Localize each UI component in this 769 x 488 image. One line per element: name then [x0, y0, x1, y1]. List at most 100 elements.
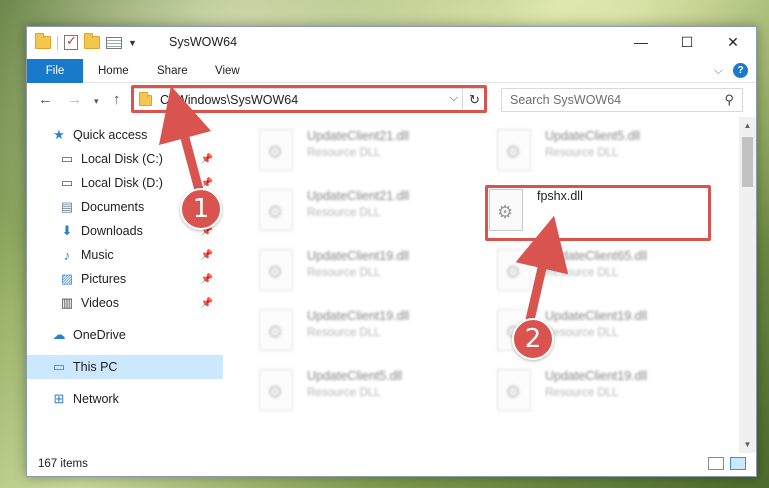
file-name: UpdateClient19.dll: [307, 249, 410, 263]
details-view-icon[interactable]: [708, 457, 724, 470]
maximize-button[interactable]: ☐: [664, 27, 710, 57]
address-folder-icon: [139, 92, 152, 106]
file-name: UpdateClient65.dll: [545, 249, 648, 263]
dll-file-icon: [497, 129, 531, 171]
back-arrow-icon[interactable]: ←: [38, 91, 53, 108]
address-bar[interactable]: C:\Windows\SysWOW64 ⌵ ↻: [131, 88, 487, 112]
minimize-button[interactable]: —: [618, 27, 664, 57]
file-item[interactable]: UpdateClient21.dll Resource DLL: [259, 185, 487, 235]
folder-icon[interactable]: [35, 33, 51, 49]
tab-view[interactable]: View: [215, 59, 240, 83]
refresh-icon[interactable]: ↻: [462, 89, 486, 111]
sidebar-item-music[interactable]: ♪ Music 📌: [27, 243, 223, 267]
file-type: Resource DLL: [545, 327, 619, 339]
file-name: UpdateClient21.dll: [307, 129, 410, 143]
file-name: UpdateClient19.dll: [307, 309, 410, 323]
search-box[interactable]: Search SysWOW64 ⚲: [501, 88, 743, 112]
address-dropdown-icon[interactable]: ⌵: [450, 92, 458, 105]
file-type: Resource DLL: [545, 147, 619, 159]
file-name: UpdateClient19.dll: [545, 309, 648, 323]
dll-file-icon: [259, 189, 293, 231]
properties-icon[interactable]: [106, 36, 122, 49]
file-item[interactable]: UpdateClient19.dll Resource DLL: [259, 305, 487, 355]
file-item[interactable]: UpdateClient19.dll Resource DLL: [497, 365, 725, 415]
new-folder-icon[interactable]: [84, 33, 100, 49]
sidebar-item-label: Music: [81, 248, 114, 262]
navigation-pane: ★ Quick access ▭ Local Disk (C:) 📌 ▭ Loc…: [27, 123, 223, 443]
drive-icon: ▭: [60, 175, 74, 190]
videos-icon: ▥: [60, 295, 74, 310]
sidebar-item-label: Downloads: [81, 224, 143, 238]
file-type: Resource DLL: [307, 267, 381, 279]
large-icons-view-icon[interactable]: [730, 457, 746, 470]
pin-icon[interactable]: 📌: [201, 274, 213, 285]
file-item[interactable]: UpdateClient65.dll Resource DLL: [497, 245, 725, 295]
status-bar: 167 items: [27, 452, 756, 476]
customize-toolbar-dropdown[interactable]: ▼: [128, 38, 137, 48]
network-icon: ⊞: [53, 391, 65, 406]
sidebar-item-label: Documents: [81, 200, 145, 214]
up-arrow-icon[interactable]: ↑: [113, 91, 121, 108]
scroll-up-icon[interactable]: ▲: [739, 117, 756, 134]
pin-icon[interactable]: 📌: [201, 154, 213, 165]
file-item[interactable]: UpdateClient19.dll Resource DLL: [259, 245, 487, 295]
vertical-scrollbar[interactable]: ▲ ▼: [739, 117, 756, 453]
scroll-down-icon[interactable]: ▼: [739, 436, 756, 453]
sidebar-item-label: Local Disk (D:): [81, 176, 163, 190]
close-button[interactable]: ✕: [710, 27, 756, 57]
expand-ribbon-chevron-icon[interactable]: ⌵: [714, 63, 723, 78]
help-icon[interactable]: ?: [733, 63, 748, 78]
search-input[interactable]: Search SysWOW64: [510, 93, 621, 107]
documents-icon: ▤: [60, 199, 74, 214]
tab-file[interactable]: File: [27, 59, 83, 83]
file-highlight-box: [485, 185, 711, 241]
cloud-icon: ☁: [52, 327, 66, 342]
scrollbar-thumb[interactable]: [742, 137, 753, 187]
file-item[interactable]: UpdateClient21.dll Resource DLL: [259, 125, 487, 175]
sidebar-item-label: Pictures: [81, 272, 127, 286]
ribbon-tabs: File Home Share View ⌵ ?: [27, 59, 756, 83]
pictures-icon: ▨: [60, 271, 74, 286]
sidebar-item-label: OneDrive: [73, 328, 126, 342]
file-type: Resource DLL: [307, 207, 381, 219]
tab-home[interactable]: Home: [98, 59, 129, 83]
sidebar-item-videos[interactable]: ▥ Videos 📌: [27, 291, 223, 315]
ribbon-right: ⌵ ?: [714, 63, 748, 78]
file-list: UpdateClient21.dll Resource DLL UpdateCl…: [237, 117, 737, 447]
forward-arrow-icon[interactable]: →: [67, 91, 82, 108]
sidebar-item-quick-access[interactable]: ★ Quick access: [27, 123, 223, 147]
file-type: Resource DLL: [545, 267, 619, 279]
sidebar-item-onedrive[interactable]: ☁ OneDrive: [27, 323, 223, 347]
tab-share[interactable]: Share: [157, 59, 188, 83]
toolbar-divider: [57, 35, 58, 50]
file-name: UpdateClient5.dll: [307, 369, 403, 383]
file-name: UpdateClient21.dll: [307, 189, 410, 203]
properties-check-icon[interactable]: [64, 33, 78, 50]
file-type: Resource DLL: [545, 387, 619, 399]
view-buttons: [708, 457, 746, 470]
sidebar-item-local-disk-c[interactable]: ▭ Local Disk (C:) 📌: [27, 147, 223, 171]
sidebar-item-label: Videos: [81, 296, 119, 310]
title-bar: ▼ SysWOW64 — ☐ ✕: [27, 27, 756, 59]
file-item[interactable]: UpdateClient5.dll Resource DLL: [259, 365, 487, 415]
recent-locations-chevron-icon[interactable]: ▾: [94, 96, 99, 107]
sidebar-item-this-pc[interactable]: ▭ This PC: [27, 355, 223, 379]
sidebar-item-network[interactable]: ⊞ Network: [27, 387, 223, 411]
file-item[interactable]: UpdateClient5.dll Resource DLL: [497, 125, 725, 175]
sidebar-item-label: This PC: [73, 360, 118, 374]
drive-icon: ▭: [60, 151, 74, 166]
sidebar-item-pictures[interactable]: ▨ Pictures 📌: [27, 267, 223, 291]
file-type: Resource DLL: [307, 327, 381, 339]
search-icon[interactable]: ⚲: [724, 92, 734, 108]
file-name: UpdateClient5.dll: [545, 129, 641, 143]
dll-file-icon: [259, 309, 293, 351]
downloads-icon: ⬇: [61, 223, 73, 238]
music-icon: ♪: [63, 247, 71, 263]
item-count: 167 items: [38, 458, 88, 470]
file-type: Resource DLL: [307, 147, 381, 159]
address-path[interactable]: C:\Windows\SysWOW64: [160, 93, 298, 107]
pin-icon[interactable]: 📌: [201, 178, 213, 189]
dll-file-icon: [259, 129, 293, 171]
pin-icon[interactable]: 📌: [201, 298, 213, 309]
pin-icon[interactable]: 📌: [201, 250, 213, 261]
